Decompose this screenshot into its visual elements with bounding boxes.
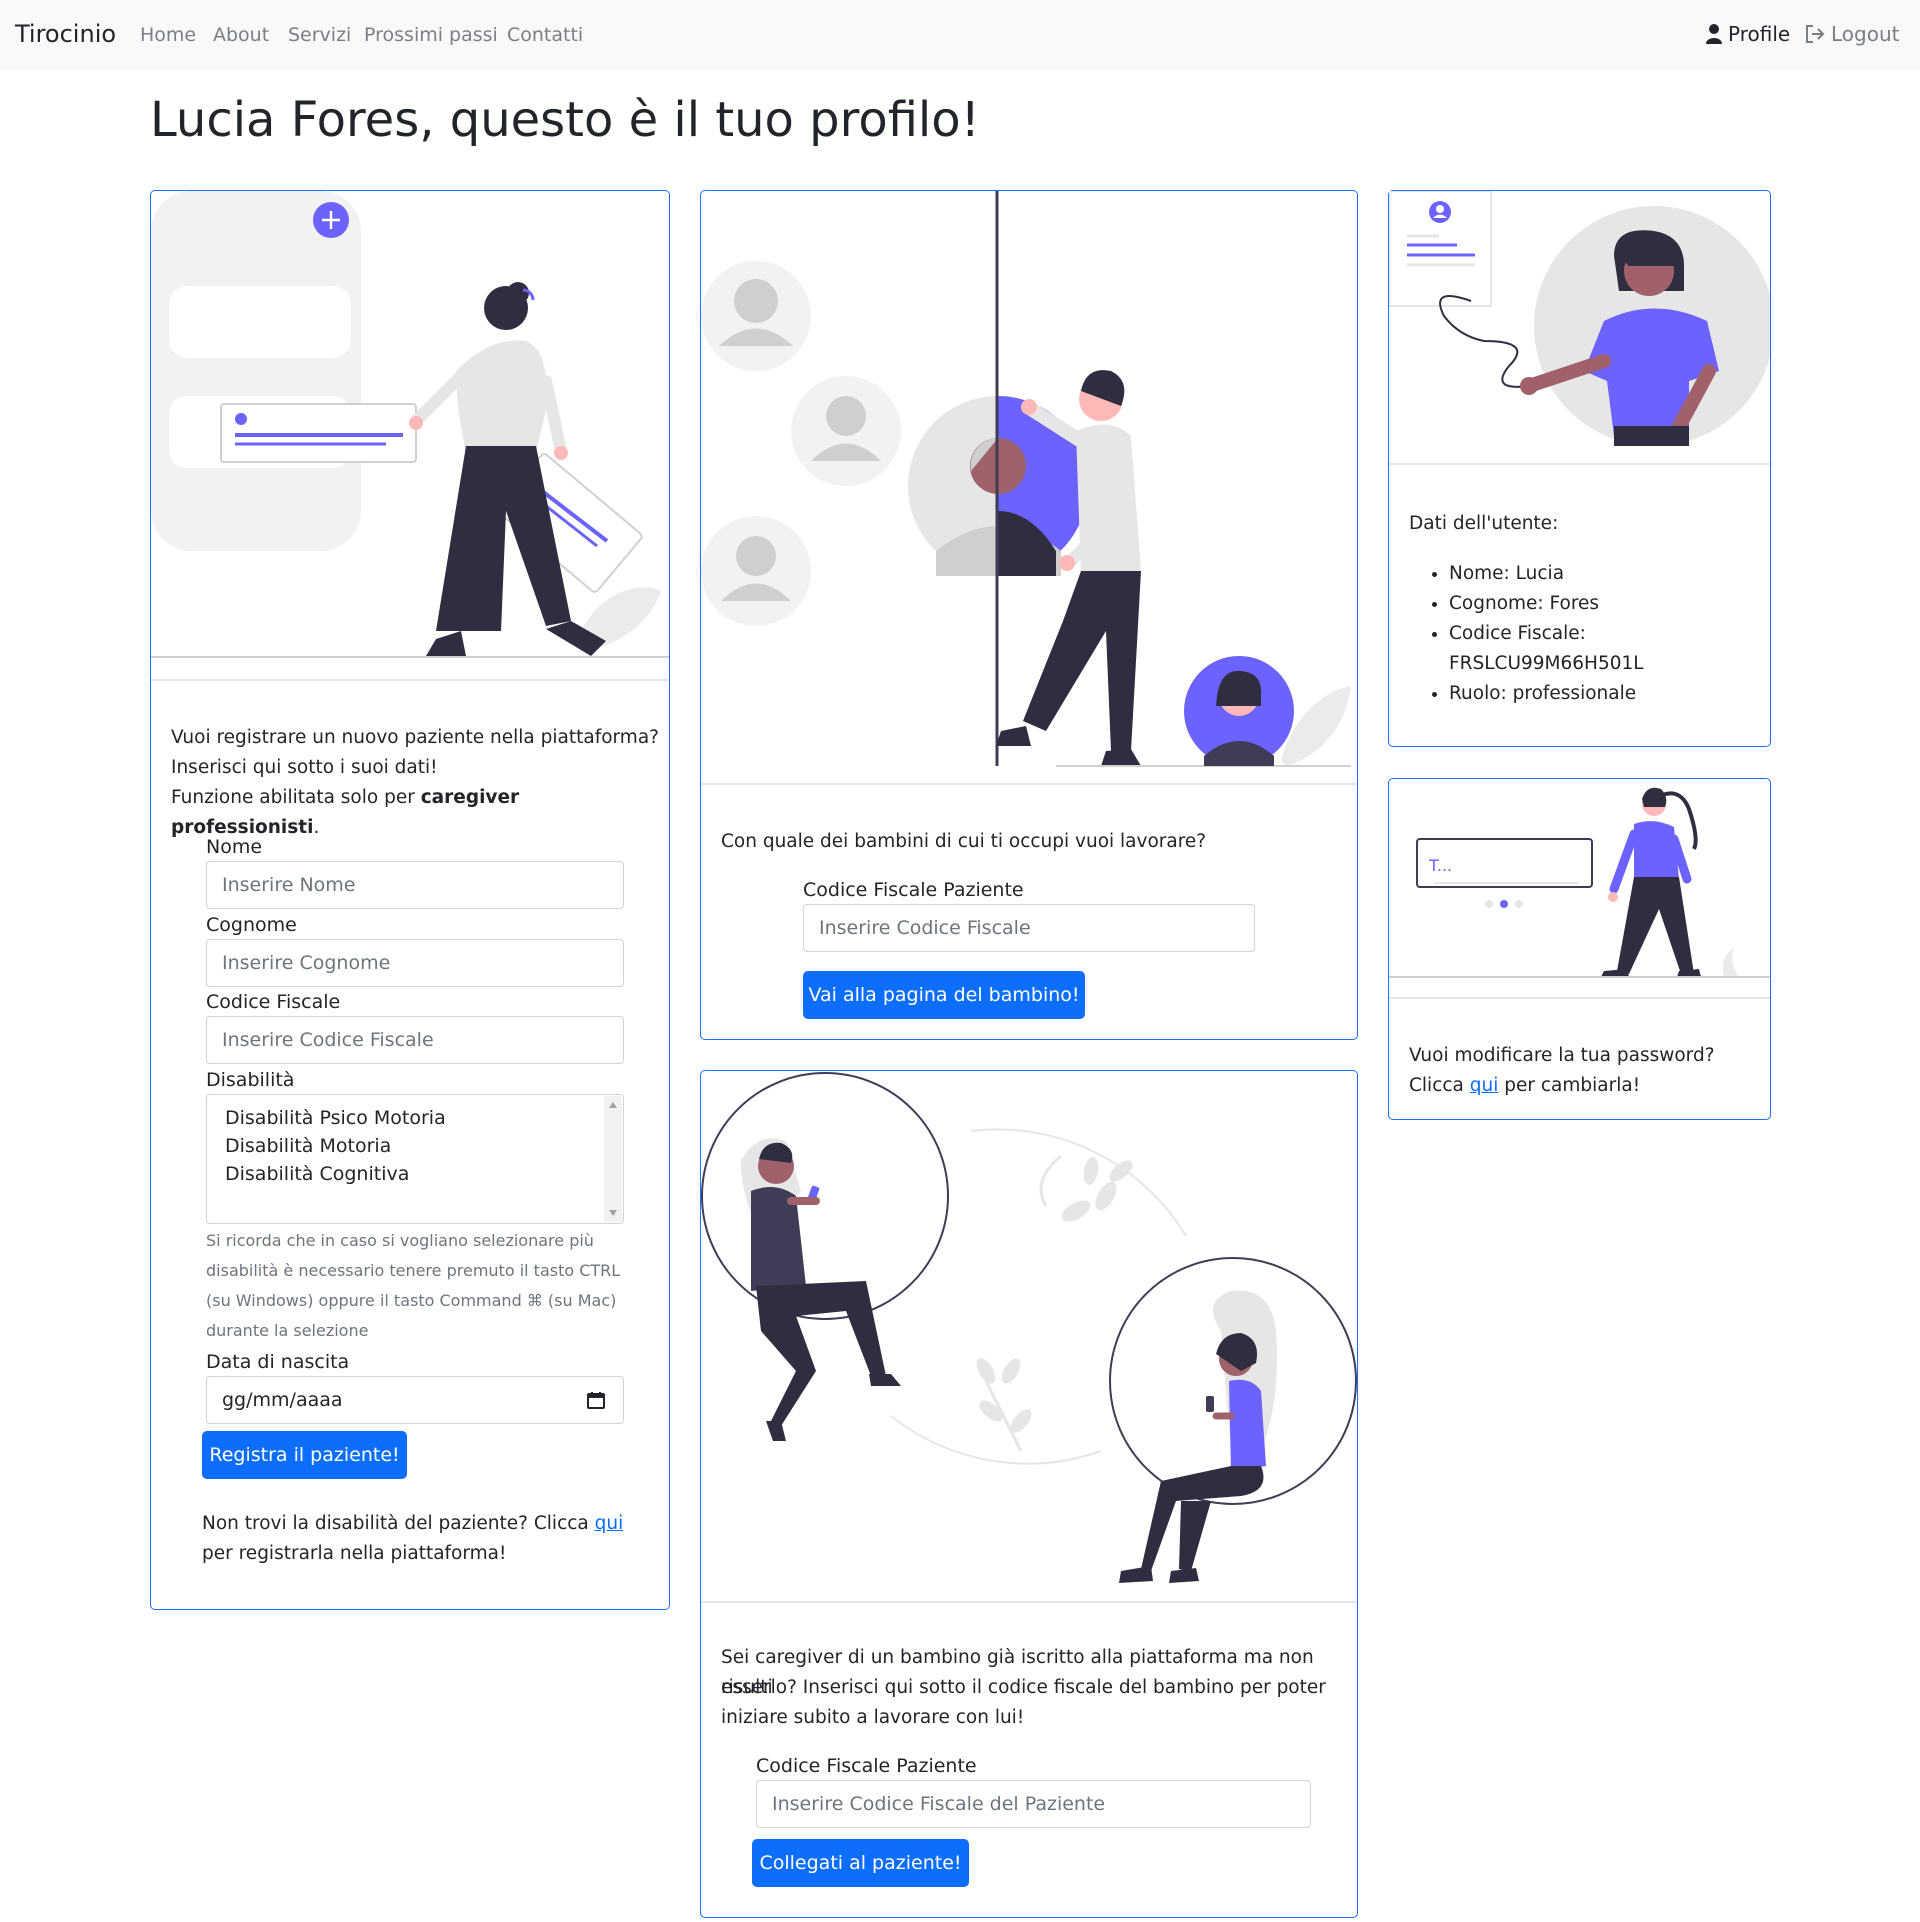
connect-text: iniziare subito a lavorare con lui! bbox=[721, 1707, 1025, 1728]
child-question: Con quale dei bambini di cui ti occupi v… bbox=[721, 831, 1207, 852]
missing-disability-pre: Non trovi la disabilità del paziente? Cl… bbox=[202, 1513, 595, 1534]
divider bbox=[1389, 997, 1770, 999]
disabilita-option[interactable]: Disabilità Motoria bbox=[225, 1135, 391, 1157]
hint-line: durante la selezione bbox=[206, 1321, 369, 1340]
nav-servizi[interactable]: Servizi bbox=[288, 24, 351, 46]
connect-text: esserlo? Inserisci qui sotto il codice f… bbox=[721, 1677, 1326, 1698]
user-ruolo: Ruolo: professionale bbox=[1449, 679, 1644, 709]
missing-disability-text: Non trovi la disabilità del paziente? Cl… bbox=[202, 1509, 623, 1539]
user-cognome: Cognome: Fores bbox=[1449, 589, 1644, 619]
hint-line: (su Windows) oppure il tasto Command ⌘ (… bbox=[206, 1291, 617, 1310]
hint-line: Si ricorda che in caso si vogliano selez… bbox=[206, 1231, 594, 1250]
nav-prossimi-passi[interactable]: Prossimi passi bbox=[364, 24, 498, 46]
user-codice-fiscale-value: FRSLCU99M66H501L bbox=[1449, 653, 1644, 674]
profile-label: Profile bbox=[1728, 22, 1791, 46]
register-disability-link[interactable]: qui bbox=[595, 1513, 624, 1534]
nav-contatti[interactable]: Contatti bbox=[507, 24, 583, 46]
select-child-illustration bbox=[701, 191, 1357, 781]
user-data-list: Nome: Lucia Cognome: Fores Codice Fiscal… bbox=[1409, 559, 1644, 709]
user-data-card: Dati dell'utente: Nome: Lucia Cognome: F… bbox=[1388, 190, 1771, 747]
codice-fiscale-input[interactable]: Inserire Codice Fiscale bbox=[206, 1016, 624, 1064]
logout-icon bbox=[1806, 25, 1825, 43]
password-change-text: Clicca qui per cambiarla! bbox=[1409, 1071, 1640, 1101]
change-password-link[interactable]: qui bbox=[1470, 1075, 1499, 1096]
registra-paziente-button[interactable]: Registra il paziente! bbox=[202, 1431, 407, 1479]
change-password-card: T... Vuoi modificare la tua password? Cl… bbox=[1388, 778, 1771, 1120]
user-data-illustration bbox=[1389, 191, 1770, 466]
user-codice-fiscale-label: Codice Fiscale: bbox=[1449, 623, 1586, 644]
scroll-up-icon[interactable] bbox=[609, 1102, 617, 1108]
password-illus-text: T... bbox=[1428, 856, 1452, 875]
select-scrollbar[interactable] bbox=[604, 1096, 622, 1222]
register-illustration bbox=[151, 191, 669, 661]
missing-disability-text-2: per registrarla nella piattaforma! bbox=[202, 1543, 507, 1564]
user-nome: Nome: Lucia bbox=[1449, 559, 1644, 589]
register-intro-1: Vuoi registrare un nuovo paziente nella … bbox=[171, 727, 659, 748]
nome-input[interactable]: Inserire Nome bbox=[206, 861, 624, 909]
register-intro-2: Inserisci qui sotto i suoi dati! bbox=[171, 757, 438, 778]
data-nascita-value: gg/mm/aaaa bbox=[222, 1389, 343, 1411]
connect-patient-card: Sei caregiver di un bambino già iscritto… bbox=[700, 1070, 1358, 1918]
data-nascita-label: Data di nascita bbox=[206, 1351, 350, 1373]
disabilita-option[interactable]: Disabilità Psico Motoria bbox=[225, 1107, 446, 1129]
register-intro-3-post: . bbox=[313, 817, 320, 838]
child-cf-input[interactable]: Inserire Codice Fiscale bbox=[803, 904, 1255, 952]
divider bbox=[701, 783, 1357, 785]
register-patient-card: Vuoi registrare un nuovo paziente nella … bbox=[150, 190, 670, 1610]
connect-patient-illustration bbox=[701, 1071, 1357, 1599]
disabilita-option[interactable]: Disabilità Cognitiva bbox=[225, 1163, 409, 1185]
user-data-title: Dati dell'utente: bbox=[1409, 513, 1559, 534]
user-codice-fiscale: Codice Fiscale: FRSLCU99M66H501L bbox=[1449, 619, 1644, 679]
nav-home[interactable]: Home bbox=[140, 24, 196, 46]
page-title: Lucia Fores, questo è il tuo profilo! bbox=[150, 92, 980, 148]
logout-label: Logout bbox=[1831, 22, 1900, 46]
navbar: Tirocinio Home About Servizi Prossimi pa… bbox=[0, 0, 1920, 70]
connect-cf-input[interactable]: Inserire Codice Fiscale del Paziente bbox=[756, 1780, 1311, 1828]
nav-about[interactable]: About bbox=[213, 24, 269, 46]
collegati-paziente-button[interactable]: Collegati al paziente! bbox=[752, 1839, 969, 1887]
select-child-card: Con quale dei bambini di cui ti occupi v… bbox=[700, 190, 1358, 1040]
disabilita-multiselect[interactable]: Disabilità Psico Motoria Disabilità Moto… bbox=[206, 1094, 624, 1224]
codice-fiscale-label: Codice Fiscale bbox=[206, 991, 341, 1013]
disabilita-label: Disabilità bbox=[206, 1069, 295, 1091]
connect-cf-label: Codice Fiscale Paziente bbox=[756, 1755, 977, 1777]
scroll-down-icon[interactable] bbox=[609, 1210, 617, 1216]
hint-line: disabilità è necessario tenere premuto i… bbox=[206, 1261, 621, 1280]
cognome-label: Cognome bbox=[206, 914, 297, 936]
nome-label: Nome bbox=[206, 836, 263, 858]
password-change-post: per cambiarla! bbox=[1498, 1075, 1641, 1096]
cognome-input[interactable]: Inserire Cognome bbox=[206, 939, 624, 987]
logout-link[interactable]: Logout bbox=[1805, 22, 1899, 46]
divider bbox=[701, 1601, 1357, 1603]
password-question: Vuoi modificare la tua password? bbox=[1409, 1045, 1715, 1066]
vai-pagina-bambino-button[interactable]: Vai alla pagina del bambino! bbox=[803, 971, 1085, 1019]
data-nascita-input[interactable]: gg/mm/aaaa bbox=[206, 1376, 624, 1424]
register-intro-3: Funzione abilitata solo per caregiver pr… bbox=[171, 783, 669, 843]
child-cf-label: Codice Fiscale Paziente bbox=[803, 879, 1024, 901]
brand-logo[interactable]: Tirocinio bbox=[15, 20, 116, 48]
register-intro-3-pre: Funzione abilitata solo per bbox=[171, 787, 421, 808]
password-illustration: T... bbox=[1389, 779, 1770, 979]
user-icon bbox=[1706, 24, 1722, 44]
profile-link[interactable]: Profile bbox=[1706, 22, 1790, 46]
calendar-icon[interactable] bbox=[587, 1391, 605, 1409]
password-change-pre: Clicca bbox=[1409, 1075, 1470, 1096]
divider bbox=[151, 679, 669, 681]
